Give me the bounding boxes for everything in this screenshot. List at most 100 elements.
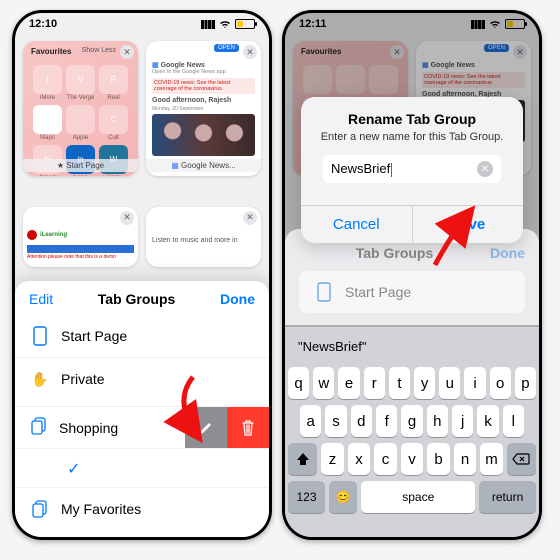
group-label: Shopping: [59, 420, 118, 436]
delete-action-button[interactable]: [227, 407, 269, 448]
key-o[interactable]: o: [490, 367, 511, 399]
key-i[interactable]: i: [464, 367, 485, 399]
tab-group-start-page[interactable]: Start Page: [15, 315, 269, 357]
pencil-icon: [198, 420, 214, 436]
key-c[interactable]: c: [374, 443, 397, 475]
key-row-1: q w e r t y u i o p: [288, 367, 536, 399]
key-u[interactable]: u: [439, 367, 460, 399]
key-h[interactable]: h: [427, 405, 448, 437]
key-m[interactable]: m: [480, 443, 503, 475]
key-j[interactable]: j: [452, 405, 473, 437]
open-badge[interactable]: OPEN: [214, 44, 239, 52]
close-icon[interactable]: ✕: [243, 45, 257, 59]
key-delete[interactable]: [507, 443, 536, 475]
key-r[interactable]: r: [364, 367, 385, 399]
key-k[interactable]: k: [477, 405, 498, 437]
edit-button[interactable]: Edit: [29, 291, 53, 307]
tab-groups-sheet-dimmed: Tab Groups Done Start Page: [285, 229, 539, 325]
key-d[interactable]: d: [351, 405, 372, 437]
group-label: Start Page: [61, 328, 127, 344]
key-123[interactable]: 123: [288, 481, 325, 513]
key-p[interactable]: p: [515, 367, 536, 399]
key-row-3: z x c v b n m: [288, 443, 536, 475]
show-less-link[interactable]: Show Less: [82, 47, 116, 54]
clear-text-icon[interactable]: ✕: [477, 161, 493, 177]
tab-groups-sheet: Edit Tab Groups Done Start Page ✋ Privat…: [15, 281, 269, 537]
done-button: Done: [490, 245, 525, 261]
device-icon: [315, 281, 333, 303]
key-space[interactable]: space: [361, 481, 475, 513]
group-label: Start Page: [345, 284, 411, 300]
key-t[interactable]: t: [389, 367, 410, 399]
key-return[interactable]: return: [479, 481, 536, 513]
key-shift[interactable]: [288, 443, 317, 475]
tab-group-my-favorites[interactable]: My Favorites: [15, 487, 269, 530]
done-button[interactable]: Done: [220, 291, 255, 307]
tab-group-start-page: Start Page: [299, 271, 525, 313]
keyboard-suggestion-bar[interactable]: "NewsBrief": [288, 331, 536, 361]
hand-icon: ✋: [31, 368, 49, 390]
key-y[interactable]: y: [414, 367, 435, 399]
battery-icon: [235, 19, 255, 29]
tab-group-list: Start Page ✋ Private Shopping: [15, 311, 269, 534]
signal-icon: [201, 20, 215, 29]
screen-right: 12:11 ✕ Favourites 🗺 inW: [285, 13, 539, 537]
key-l[interactable]: l: [503, 405, 524, 437]
tab-group-shopping-row: Shopping: [15, 406, 269, 449]
key-a[interactable]: a: [300, 405, 321, 437]
rename-alert: Rename Tab Group Enter a new name for th…: [301, 97, 523, 243]
phone-right: 12:11 ✕ Favourites 🗺 inW: [282, 10, 542, 540]
key-n[interactable]: n: [454, 443, 477, 475]
close-icon[interactable]: ✕: [120, 45, 134, 59]
group-label: My Favorites: [61, 501, 141, 517]
copy-icon: [31, 498, 49, 520]
alert-text-field[interactable]: NewsBrief ✕: [323, 155, 501, 183]
key-b[interactable]: b: [427, 443, 450, 475]
favourites-grid: iiMore VThe Verge RReal 🗺Maps Apple CCul…: [23, 41, 138, 176]
key-z[interactable]: z: [321, 443, 344, 475]
key-f[interactable]: f: [376, 405, 397, 437]
tab-group-private[interactable]: ✋ Private: [15, 357, 269, 400]
copy-icon: [31, 417, 47, 438]
key-x[interactable]: x: [348, 443, 371, 475]
close-icon[interactable]: ✕: [243, 211, 257, 225]
tab-thumb-google-news[interactable]: ✕ ▦ Google News Open in the Google News …: [146, 41, 261, 176]
phone-left: 12:10 ✕ Favourites Show Less iiMore VThe…: [12, 10, 272, 540]
key-v[interactable]: v: [401, 443, 424, 475]
key-s[interactable]: s: [325, 405, 346, 437]
key-e[interactable]: e: [338, 367, 359, 399]
alert-title: Rename Tab Group: [315, 111, 509, 127]
sheet-title: Tab Groups: [356, 245, 434, 261]
tab-thumb-start-page[interactable]: ✕ Favourites Show Less iiMore VThe Verge…: [23, 41, 138, 176]
status-bar: 12:10: [15, 13, 269, 35]
key-q[interactable]: q: [288, 367, 309, 399]
rename-action-button[interactable]: [185, 407, 227, 448]
key-w[interactable]: w: [313, 367, 334, 399]
sheet-title: Tab Groups: [98, 291, 176, 307]
favourites-header: Favourites: [31, 47, 71, 56]
tab-thumb-school[interactable]: ✕ iLearning Attention please note that t…: [23, 207, 138, 267]
key-emoji[interactable]: 😊: [329, 481, 357, 513]
trash-icon: [241, 420, 255, 436]
tab-group-shopping[interactable]: Shopping: [15, 407, 185, 448]
tab-caption: ★ Start Page: [23, 159, 138, 172]
device-icon: [31, 325, 49, 347]
group-label: Private: [61, 371, 105, 387]
cancel-button[interactable]: Cancel: [301, 206, 412, 243]
close-icon[interactable]: ✕: [120, 211, 134, 225]
checkmark-icon: ✓: [67, 459, 80, 479]
keyboard: "NewsBrief" q w e r t y u i o p a s: [285, 327, 539, 537]
alert-message: Enter a new name for this Tab Group.: [315, 131, 509, 143]
status-time: 12:10: [29, 18, 57, 30]
status-right: [201, 19, 255, 29]
backspace-icon: [512, 453, 530, 465]
save-button[interactable]: Save: [412, 206, 524, 243]
key-row-4: 123 😊 space return: [288, 481, 536, 513]
key-g[interactable]: g: [401, 405, 422, 437]
key-row-2: a s d f g h j k l: [288, 405, 536, 437]
suggestion[interactable]: "NewsBrief": [298, 339, 366, 354]
tab-thumb-music[interactable]: ✕ Listen to music and more in: [146, 207, 261, 267]
wifi-icon: [219, 20, 231, 29]
screen-left: 12:10 ✕ Favourites Show Less iiMore VThe…: [15, 13, 269, 537]
tab-overview: ✕ Favourites Show Less iiMore VThe Verge…: [15, 35, 269, 295]
